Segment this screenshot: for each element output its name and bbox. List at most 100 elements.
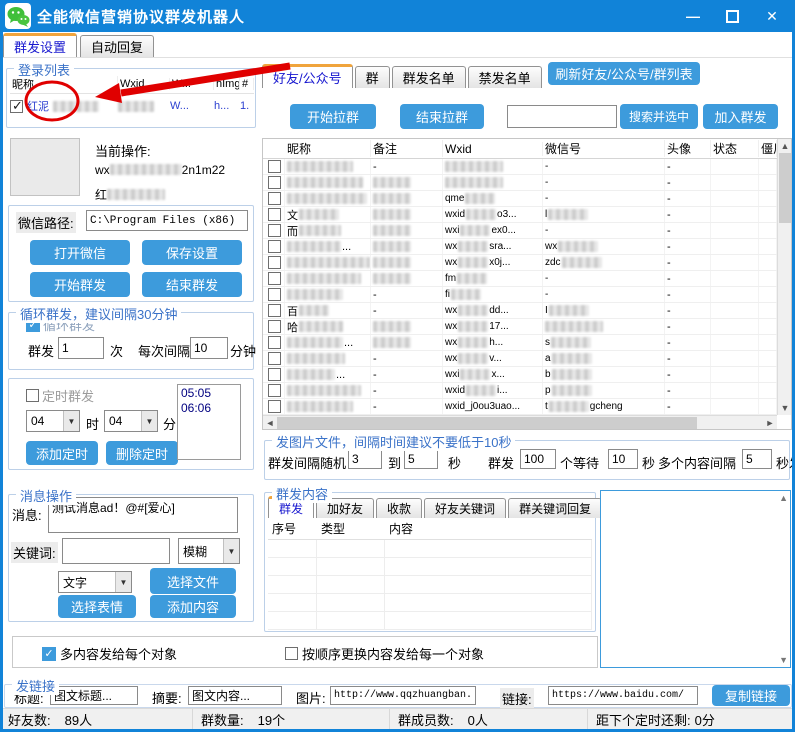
friend-table-row[interactable]: wxx0j...zdc- [263, 255, 777, 271]
message-textarea[interactable]: 测试消息ad！@#[爱心] [48, 497, 238, 533]
friend-row-checkbox[interactable] [268, 160, 281, 173]
friend-row-checkbox[interactable] [268, 192, 281, 205]
link-digest-input[interactable]: 图文内容... [188, 686, 282, 705]
select-emoji-button[interactable]: 选择表情 [58, 595, 136, 618]
friend-row-checkbox[interactable] [268, 352, 281, 365]
tab-auto-reply[interactable]: 自动回复 [80, 35, 154, 57]
friend-tab-1[interactable]: 群 [355, 66, 390, 88]
content-tab-4[interactable]: 群关键词回复 [508, 498, 602, 518]
end-pull-group-button[interactable]: 结束拉群 [400, 104, 484, 129]
friend-row-checkbox[interactable] [268, 336, 281, 349]
timer-list[interactable]: 05:0506:06 [177, 384, 241, 460]
match-mode-select[interactable]: 模糊▼ [178, 538, 240, 564]
start-pull-group-button[interactable]: 开始拉群 [290, 104, 376, 129]
stop-mass-send-button[interactable]: 结束群发 [142, 272, 242, 297]
friend-row-checkbox[interactable] [268, 320, 281, 333]
content-type-arrow-icon[interactable]: ▼ [115, 572, 131, 592]
friend-table-row[interactable]: 百-wxdd...I- [263, 303, 777, 319]
close-button[interactable]: ✕ [763, 7, 781, 25]
maximize-button[interactable] [726, 10, 739, 23]
content-tab-3[interactable]: 好友关键词 [424, 498, 506, 518]
multi-content-checkbox[interactable]: ✓ [42, 647, 56, 661]
content-preview-box[interactable]: ▲ ▼ [600, 490, 791, 668]
select-file-button[interactable]: 选择文件 [150, 568, 236, 594]
scroll-right-icon[interactable]: ► [763, 416, 777, 430]
keyword-input[interactable] [62, 538, 170, 564]
add-timer-button[interactable]: 添加定时 [26, 441, 98, 465]
send-count-input[interactable]: 1 [58, 337, 104, 359]
friend-tab-0[interactable]: 好友/公众号 [262, 64, 353, 88]
friend-table-row[interactable]: -wxidi...p- [263, 383, 777, 399]
friend-row-checkbox[interactable] [268, 208, 281, 221]
content-tab-2[interactable]: 收款 [376, 498, 422, 518]
add-content-button[interactable]: 添加内容 [150, 595, 236, 618]
friend-table-row[interactable]: ...wxh...s- [263, 335, 777, 351]
timer-checkbox[interactable] [26, 389, 39, 402]
friend-table-row[interactable]: ...wxsra...wx- [263, 239, 777, 255]
friend-row-checkbox[interactable] [268, 224, 281, 237]
friend-table-row[interactable]: qme-- [263, 191, 777, 207]
save-settings-button[interactable]: 保存设置 [142, 240, 242, 265]
friend-table-row[interactable]: --- [263, 159, 777, 175]
timer-list-item[interactable]: 06:06 [181, 401, 237, 416]
vertical-scrollbar[interactable]: ▲ ▼ [777, 139, 791, 415]
friend-table-row[interactable]: -wxid_j0ou3uao...tgcheng- [263, 399, 777, 415]
login-row-checkbox[interactable] [10, 100, 23, 113]
friend-row-checkbox[interactable] [268, 384, 281, 397]
friend-table-row[interactable]: -fi-- [263, 287, 777, 303]
friend-table-row[interactable]: 哈wx17...- [263, 319, 777, 335]
link-title-input[interactable]: 图文标题... [50, 686, 138, 705]
minute-select[interactable]: 04▼ [104, 410, 158, 432]
multi-content-interval-input[interactable]: 5 [742, 449, 772, 469]
friend-tab-2[interactable]: 群发名单 [392, 66, 466, 88]
link-url-input[interactable]: https://www.baidu.com/ [548, 686, 698, 705]
start-mass-send-button[interactable]: 开始群发 [30, 272, 130, 297]
wait-seconds-input[interactable]: 10 [608, 449, 638, 469]
timer-list-item[interactable]: 05:05 [181, 386, 237, 401]
scroll-left-icon[interactable]: ◄ [263, 416, 277, 430]
vertical-scroll-thumb[interactable] [779, 153, 791, 223]
interval-min-input[interactable]: 3 [348, 449, 382, 469]
search-input[interactable] [507, 105, 617, 128]
friend-row-checkbox[interactable] [268, 288, 281, 301]
delete-timer-button[interactable]: 删除定时 [106, 441, 178, 465]
sequential-checkbox[interactable] [285, 647, 298, 660]
scroll-down-icon[interactable]: ▼ [778, 401, 792, 415]
friend-table-row[interactable]: ...-wxix...b- [263, 367, 777, 383]
login-table-row[interactable]: 红泥 W... h... 1. [10, 94, 254, 118]
match-mode-arrow-icon[interactable]: ▼ [223, 539, 239, 563]
minute-select-arrow-icon[interactable]: ▼ [141, 411, 157, 431]
friend-row-checkbox[interactable] [268, 368, 281, 381]
friend-table-row[interactable]: 而wxiex0...-- [263, 223, 777, 239]
friend-row-checkbox[interactable] [268, 272, 281, 285]
open-wechat-button[interactable]: 打开微信 [30, 240, 130, 265]
batch-count-input[interactable]: 100 [520, 449, 556, 469]
friend-table-row[interactable]: 文wxido3...l- [263, 207, 777, 223]
friend-table-row[interactable]: -wxv...a- [263, 351, 777, 367]
tab-mass-send-settings[interactable]: 群发设置 [3, 33, 77, 57]
friend-row-checkbox[interactable] [268, 176, 281, 189]
friend-row-checkbox[interactable] [268, 304, 281, 317]
link-image-input[interactable]: http://www.qqzhuangban. [330, 686, 476, 705]
horizontal-scroll-thumb[interactable] [277, 417, 697, 429]
preview-scroll-up-icon[interactable]: ▲ [779, 493, 788, 503]
scroll-up-icon[interactable]: ▲ [778, 139, 792, 153]
friend-tab-3[interactable]: 禁发名单 [468, 66, 542, 88]
hour-select[interactable]: 04▼ [26, 410, 80, 432]
copy-link-button[interactable]: 复制链接 [712, 685, 790, 706]
friend-row-checkbox[interactable] [268, 400, 281, 413]
friend-row-checkbox[interactable] [268, 240, 281, 253]
refresh-lists-button[interactable]: 刷新好友/公众号/群列表 [548, 62, 700, 85]
search-select-button[interactable]: 搜索并选中 [620, 104, 698, 129]
friend-table-row[interactable]: -- [263, 175, 777, 191]
add-to-send-button[interactable]: 加入群发 [703, 104, 778, 129]
hour-select-arrow-icon[interactable]: ▼ [63, 411, 79, 431]
wechat-path-input[interactable]: C:\Program Files (x86) [86, 210, 248, 231]
friend-row-checkbox[interactable] [268, 256, 281, 269]
interval-input[interactable]: 10 [190, 337, 228, 359]
interval-max-input[interactable]: 5 [404, 449, 438, 469]
friend-table-row[interactable]: fm-- [263, 271, 777, 287]
horizontal-scrollbar[interactable]: ◄ ► [263, 415, 777, 429]
preview-scroll-down-icon[interactable]: ▼ [779, 655, 788, 665]
content-type-select[interactable]: 文字▼ [58, 571, 132, 593]
